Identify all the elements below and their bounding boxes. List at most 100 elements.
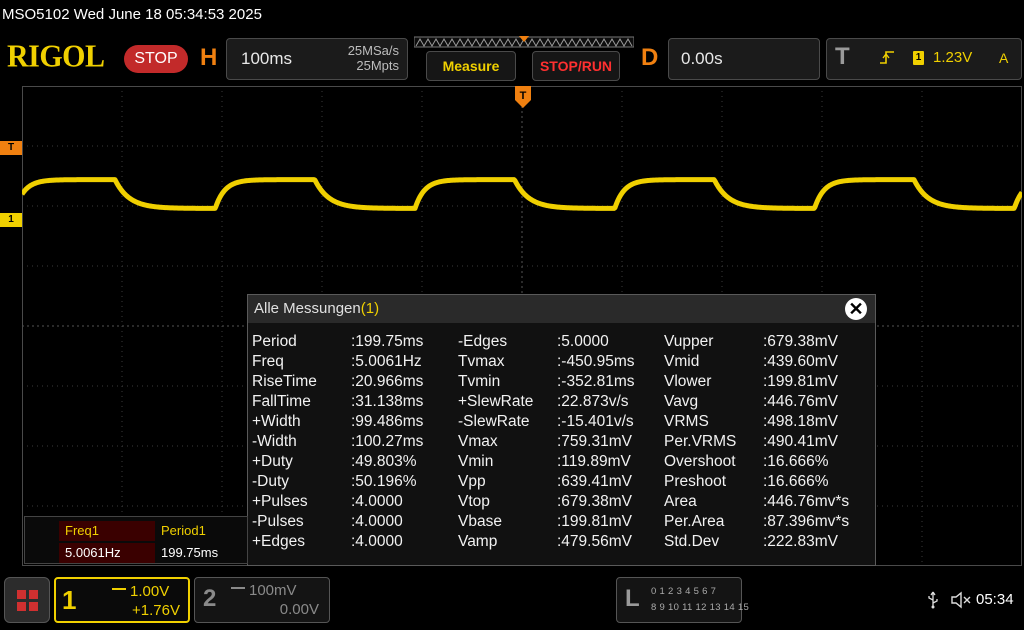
- status-line: MSO5102 Wed June 18 05:34:53 2025: [2, 6, 262, 23]
- measurement-name: +Width: [252, 413, 301, 430]
- channel1-panel[interactable]: 1 1.00V +1.76V: [54, 577, 190, 623]
- channel1-waveform: [22, 177, 1022, 211]
- panel-channel: (1): [360, 300, 380, 317]
- memory-depth: 25Mpts: [356, 58, 399, 73]
- channel1-scale-value: 1.00V: [130, 583, 170, 600]
- measurement-value: :5.0061Hz: [351, 353, 422, 370]
- measurement-name: FallTime: [252, 393, 311, 410]
- measurement-name: Vbase: [458, 513, 502, 530]
- measurement-value: :639.41mV: [557, 473, 632, 490]
- trigger-panel[interactable]: T 1 1.23V A: [826, 38, 1022, 80]
- close-icon[interactable]: ✕: [845, 298, 867, 320]
- trigger-label: T: [835, 43, 850, 70]
- grid-menu-icon: [17, 590, 38, 611]
- channel2-scale: 100mV: [231, 582, 297, 599]
- measurement-value: :16.666%: [763, 453, 829, 470]
- rising-edge-icon: [880, 51, 894, 64]
- panel-title-text: Alle Messungen: [254, 300, 361, 317]
- channel1-scale: 1.00V: [112, 583, 169, 600]
- measurement-value: :100.27ms: [351, 433, 424, 450]
- measurement-value: :99.486ms: [351, 413, 424, 430]
- measurement-name: +SlewRate: [458, 393, 534, 410]
- measurement-name: Area: [664, 493, 697, 510]
- mute-sound-icon[interactable]: [950, 591, 972, 609]
- measurement-name: +Pulses: [252, 493, 308, 510]
- measurement-name: VRMS: [664, 413, 709, 430]
- brand-logo: RIGOL: [7, 39, 105, 74]
- measurement-name: Tvmin: [458, 373, 501, 390]
- measurement-value: :222.83mV: [763, 533, 838, 550]
- menu-button[interactable]: [4, 577, 50, 623]
- panel-title: Alle Messungen(1): [254, 300, 379, 317]
- delay-label: D: [641, 44, 659, 71]
- measurement-value: :679.38mV: [763, 333, 838, 350]
- measurement-name: Std.Dev: [664, 533, 720, 550]
- logic-channels-low: 0 1 2 3 4 5 6 7: [651, 586, 717, 597]
- channel2-offset: 0.00V: [279, 601, 319, 618]
- measurement-stats[interactable]: Freq1 5.0061Hz Period1 199.75ms: [24, 516, 248, 564]
- horizontal-label: H: [200, 44, 218, 71]
- usb-icon: [928, 591, 938, 609]
- channel1-offset-marker[interactable]: 1: [0, 213, 22, 227]
- channel2-scale-value: 100mV: [249, 582, 297, 599]
- measurement-name: Vupper: [664, 333, 714, 350]
- measurement-value: :-352.81ms: [557, 373, 635, 390]
- measurement-name: Freq: [252, 353, 284, 370]
- measurement-name: RiseTime: [252, 373, 317, 390]
- horizontal-panel[interactable]: 100ms 25MSa/s 25Mpts: [226, 38, 408, 80]
- channel1-number: 1: [62, 585, 77, 615]
- measurement-value: :22.873v/s: [557, 393, 629, 410]
- trigger-source-badge: 1: [913, 51, 924, 65]
- delay-value: 0.00s: [681, 49, 723, 68]
- measurement-name: +Edges: [252, 533, 306, 550]
- measurement-value: :87.396mv*s: [763, 513, 850, 530]
- measurement-name: Vlower: [664, 373, 712, 390]
- trigger-level-marker[interactable]: T: [0, 141, 22, 155]
- run-state-badge[interactable]: STOP: [124, 45, 188, 73]
- measurement-value: :50.196%: [351, 473, 417, 490]
- stat-freq-label: Freq1: [59, 521, 155, 541]
- measurement-value: :4.0000: [351, 493, 403, 510]
- measurement-value: :439.60mV: [763, 353, 838, 370]
- stop-run-button[interactable]: STOP/RUN: [532, 51, 620, 81]
- trigger-position-icon[interactable]: T: [515, 86, 531, 108]
- all-measurements-panel: Alle Messungen(1) ✕ Period:199.75ms -Edge…: [247, 294, 876, 566]
- logic-label: L: [625, 585, 640, 612]
- delay-panel[interactable]: 0.00s: [668, 38, 820, 80]
- stat-period-value: 199.75ms: [161, 545, 219, 560]
- measurement-value: :199.81mV: [557, 513, 632, 530]
- sample-rate: 25MSa/s: [347, 43, 399, 58]
- channel1-offset: +1.76V: [132, 602, 180, 619]
- measurement-name: Vmid: [664, 353, 700, 370]
- logic-analyzer-panel[interactable]: L 0 1 2 3 4 5 6 7 8 9 10 11 12 13 14 15: [616, 577, 749, 623]
- measurement-value: :49.803%: [351, 453, 417, 470]
- system-clock: 05:34: [976, 591, 1014, 608]
- measurement-value: :759.31mV: [557, 433, 632, 450]
- measurement-value: :119.89mV: [557, 453, 631, 470]
- channel2-number: 2: [203, 585, 217, 612]
- measurement-name: Preshoot: [664, 473, 727, 490]
- measurement-value: :16.666%: [763, 473, 829, 490]
- measure-button[interactable]: Measure: [426, 51, 516, 81]
- sample-info: 25MSa/s 25Mpts: [348, 43, 399, 73]
- measurement-name: Vavg: [664, 393, 699, 410]
- timebase-value: 100ms: [241, 49, 293, 68]
- channel2-panel[interactable]: 2 100mV 0.00V: [194, 577, 330, 623]
- measurement-value: :-450.95ms: [557, 353, 635, 370]
- measurement-value: :31.138ms: [351, 393, 424, 410]
- trigger-mode: A: [999, 50, 1009, 66]
- measurement-name: -SlewRate: [458, 413, 530, 430]
- measurement-name: Per.Area: [664, 513, 725, 530]
- dc-coupling-icon: [112, 588, 126, 596]
- measurement-name: Tvmax: [458, 353, 505, 370]
- measurement-value: :498.18mV: [763, 413, 838, 430]
- measurement-value: :20.966ms: [351, 373, 424, 390]
- measurement-value: :479.56mV: [557, 533, 632, 550]
- measurement-value: :5.0000: [557, 333, 609, 350]
- measurement-name: Overshoot: [664, 453, 736, 470]
- measurement-name: -Edges: [458, 333, 508, 350]
- measurement-name: Vpp: [458, 473, 486, 490]
- measurement-name: -Width: [252, 433, 297, 450]
- memory-overview-icon: [414, 36, 634, 48]
- trigger-level: 1.23V: [933, 49, 973, 66]
